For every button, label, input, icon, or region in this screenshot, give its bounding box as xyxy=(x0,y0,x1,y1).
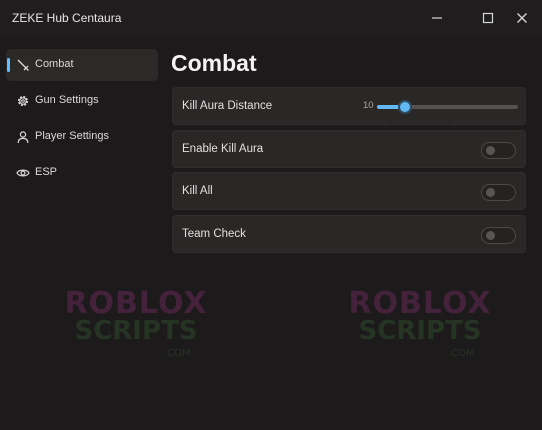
slider-row-kill-aura-distance: Kill Aura Distance 10 xyxy=(172,87,526,125)
enable-kill-aura-toggle[interactable] xyxy=(481,142,516,159)
eye-icon xyxy=(16,169,30,177)
sidebar: Combat Gun Settings Player Settings ESP xyxy=(0,40,165,430)
person-icon xyxy=(17,131,29,144)
close-icon xyxy=(517,13,527,23)
window-title: ZEKE Hub Centaura xyxy=(12,11,122,25)
sidebar-item-label: Gun Settings xyxy=(35,94,99,106)
toggle-row-team-check: Team Check xyxy=(172,215,526,253)
page-title: Combat xyxy=(171,50,257,76)
sidebar-item-gun-settings[interactable]: Gun Settings xyxy=(6,85,158,117)
maximize-icon xyxy=(482,12,494,24)
gear-icon xyxy=(17,95,29,107)
sidebar-item-label: Combat xyxy=(35,58,74,70)
watermark-logo: ROBLOX SCRIPTS .COM xyxy=(348,286,492,359)
sidebar-item-label: Player Settings xyxy=(35,130,109,142)
toggle-knob xyxy=(486,188,495,197)
toggle-row-enable-kill-aura: Enable Kill Aura xyxy=(172,130,526,168)
toggle-row-kill-all: Kill All xyxy=(172,172,526,210)
minimize-icon xyxy=(432,17,442,19)
toggle-knob xyxy=(486,231,495,240)
kill-all-toggle[interactable] xyxy=(481,184,516,201)
row-label: Kill Aura Distance xyxy=(182,100,273,112)
sword-icon xyxy=(17,59,29,71)
title-bar: ZEKE Hub Centaura xyxy=(0,0,542,36)
row-label: Enable Kill Aura xyxy=(182,143,264,155)
team-check-toggle[interactable] xyxy=(481,227,516,244)
minimize-button[interactable] xyxy=(424,6,450,30)
row-label: Kill All xyxy=(182,185,213,197)
row-label: Team Check xyxy=(182,228,246,240)
sidebar-item-player-settings[interactable]: Player Settings xyxy=(6,121,158,153)
maximize-button[interactable] xyxy=(475,6,501,30)
kill-aura-distance-slider[interactable] xyxy=(377,100,518,114)
active-indicator xyxy=(7,58,10,72)
slider-value: 10 xyxy=(363,100,374,111)
sidebar-item-combat[interactable]: Combat xyxy=(6,49,158,81)
toggle-knob xyxy=(486,146,495,155)
slider-thumb[interactable] xyxy=(398,100,413,114)
close-button[interactable] xyxy=(509,6,535,30)
sidebar-item-label: ESP xyxy=(35,166,58,178)
sidebar-item-esp[interactable]: ESP xyxy=(6,157,158,189)
